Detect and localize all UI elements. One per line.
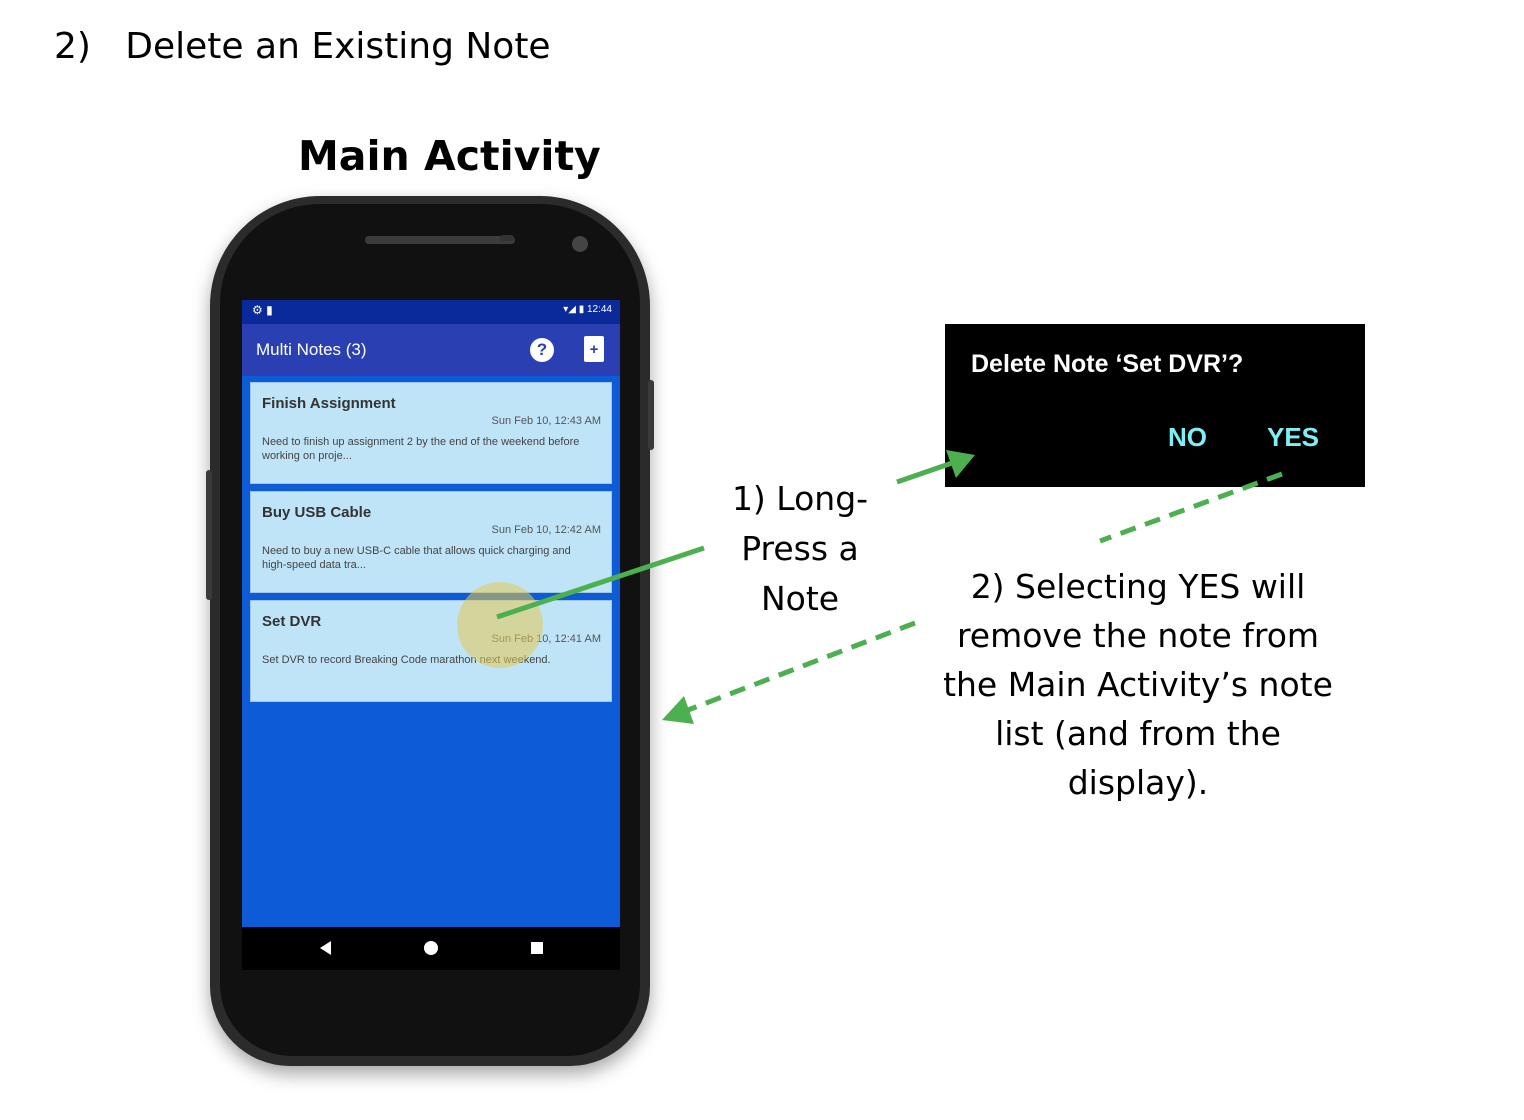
return-dashed-arrow xyxy=(687,620,916,713)
note-title: Buy USB Cable xyxy=(262,504,372,521)
navigation-bar xyxy=(242,927,620,970)
annotation-line: Press a xyxy=(741,529,859,568)
phone-screen: ⚙ ▮ ▾◢ ▮ 12:44 Multi Notes (3) ? + Finis… xyxy=(242,300,620,970)
step1-annotation: 1) Long- Press a Note xyxy=(700,474,900,624)
annotation-line: 1) Long- xyxy=(731,479,869,518)
back-icon[interactable] xyxy=(320,941,331,955)
note-title: Set DVR xyxy=(262,613,322,630)
screen-title: Main Activity xyxy=(298,132,601,180)
note-card[interactable]: Set DVR Sun Feb 10, 12:41 AM Set DVR to … xyxy=(250,600,612,702)
speaker-grille xyxy=(365,236,515,244)
recent-apps-icon[interactable] xyxy=(531,942,543,954)
return-arrowhead xyxy=(662,696,694,724)
delete-dialog: Delete Note ‘Set DVR’? NO YES xyxy=(945,324,1365,487)
app-bar: Multi Notes (3) ? + xyxy=(242,324,620,376)
home-icon[interactable] xyxy=(424,941,438,955)
note-card[interactable]: Buy USB Cable Sun Feb 10, 12:42 AM Need … xyxy=(250,491,612,593)
side-button-left xyxy=(206,470,212,600)
annotation-line: list (and from the xyxy=(995,714,1281,753)
front-camera-icon xyxy=(572,236,588,252)
volume-button xyxy=(648,380,654,450)
note-title: Finish Assignment xyxy=(262,395,396,412)
note-card[interactable]: Finish Assignment Sun Feb 10, 12:43 AM N… xyxy=(250,382,612,484)
proximity-sensor xyxy=(500,235,514,241)
annotation-line: 2) Selecting YES will xyxy=(970,567,1306,606)
annotation-line: the Main Activity’s note xyxy=(943,665,1333,704)
help-icon[interactable]: ? xyxy=(530,338,554,362)
to-dialog-arrow xyxy=(896,460,953,485)
note-date: Sun Feb 10, 12:43 AM xyxy=(491,415,601,427)
annotation-line: display). xyxy=(1067,763,1209,802)
note-body: Set DVR to record Breaking Code marathon… xyxy=(262,654,551,666)
note-body: Need to buy a new USB-C cable that allow… xyxy=(262,545,571,571)
no-button[interactable]: NO xyxy=(1168,422,1207,453)
yes-button[interactable]: YES xyxy=(1267,422,1319,453)
note-date: Sun Feb 10, 12:42 AM xyxy=(491,524,601,536)
app-title: Multi Notes (3) xyxy=(256,340,367,359)
status-icons-left: ⚙ ▮ xyxy=(252,303,273,317)
annotation-line: remove the note from xyxy=(956,616,1320,655)
dialog-title: Delete Note ‘Set DVR’? xyxy=(971,350,1244,378)
status-icons-right: ▾◢ ▮ 12:44 xyxy=(563,304,612,315)
note-body: Need to finish up assignment 2 by the en… xyxy=(262,436,580,462)
add-note-icon[interactable]: + xyxy=(584,336,604,362)
touch-indicator xyxy=(457,582,543,668)
section-heading: 2) Delete an Existing Note xyxy=(54,26,551,67)
step2-annotation: 2) Selecting YES will remove the note fr… xyxy=(928,562,1348,807)
annotation-line: Note xyxy=(760,579,840,618)
status-bar: ⚙ ▮ ▾◢ ▮ 12:44 xyxy=(242,300,620,324)
